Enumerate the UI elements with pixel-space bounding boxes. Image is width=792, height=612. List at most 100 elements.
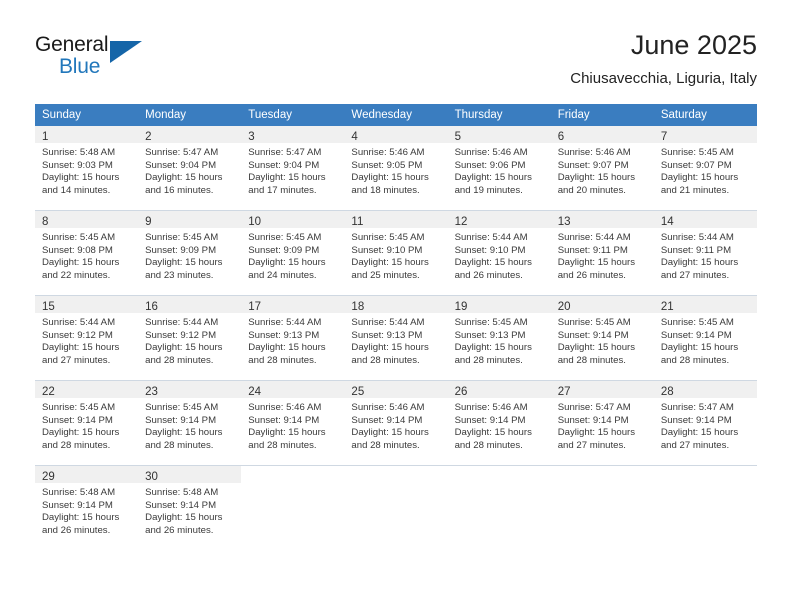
- day-number: 3: [248, 131, 255, 143]
- day-number-band: [654, 466, 757, 483]
- calendar-day-cell[interactable]: 3 Sunrise: 5:47 AM Sunset: 9:04 PM Daylight…: [241, 126, 345, 211]
- daylight-text-line2: and 20 minutes.: [557, 184, 626, 196]
- daylight-text-line1: Daylight: 15 hours: [248, 342, 326, 354]
- calendar-day-cell[interactable]: 25 Sunrise: 5:46 AM Sunset: 9:14 PM Dayligh…: [344, 380, 448, 466]
- day-sun-info: Sunrise: 5:46 AM Sunset: 9:05 PM Daylight:…: [344, 143, 447, 197]
- sunset-text: Sunset: 9:14 PM: [557, 329, 629, 341]
- day-sun-info: Sunrise: 5:47 AM Sunset: 9:14 PM Daylight:…: [551, 398, 654, 452]
- day-number-band: 24: [241, 381, 345, 398]
- day-number-band: 19: [447, 296, 551, 313]
- day-sun-info: Sunrise: 5:46 AM Sunset: 9:07 PM Daylight:…: [551, 143, 654, 197]
- daylight-text-line2: and 28 minutes.: [454, 439, 523, 451]
- daylight-text-line1: Daylight: 15 hours: [42, 342, 120, 354]
- calendar-week-row: 8 Sunrise: 5:45 AM Sunset: 9:08 PM Daylight…: [35, 210, 757, 296]
- sunrise-text: Sunrise: 5:45 AM: [145, 402, 219, 413]
- day-number: 18: [351, 301, 365, 313]
- calendar-day-cell[interactable]: 19 Sunrise: 5:45 AM Sunset: 9:13 PM Dayligh…: [447, 295, 551, 381]
- calendar-day-cell[interactable]: 13 Sunrise: 5:44 AM Sunset: 9:11 PM Dayligh…: [550, 210, 654, 296]
- calendar-day-cell[interactable]: 18 Sunrise: 5:44 AM Sunset: 9:13 PM Dayligh…: [344, 295, 448, 381]
- day-number: 7: [660, 131, 668, 143]
- calendar-day-cell[interactable]: 6 Sunrise: 5:46 AM Sunset: 9:07 PM Daylight…: [550, 126, 654, 211]
- calendar-week-row: 22 Sunrise: 5:45 AM Sunset: 9:14 PM Dayligh…: [35, 380, 757, 466]
- day-sun-info: Sunrise: 5:48 AM Sunset: 9:14 PM Daylight:…: [35, 483, 138, 537]
- weekday-header-tuesday: Tuesday: [241, 104, 345, 126]
- calendar-day-cell[interactable]: 28 Sunrise: 5:47 AM Sunset: 9:14 PM Dayligh…: [653, 380, 757, 466]
- page-subtitle-location: Chiusavecchia, Liguria, Italy: [570, 70, 757, 87]
- calendar-day-cell[interactable]: 2 Sunrise: 5:47 AM Sunset: 9:04 PM Daylight…: [138, 126, 242, 211]
- daylight-text-line2: and 27 minutes.: [660, 269, 730, 281]
- day-sun-info: Sunrise: 5:46 AM Sunset: 9:14 PM Daylight:…: [241, 398, 344, 452]
- sunrise-text: Sunrise: 5:46 AM: [351, 147, 425, 158]
- daylight-text-line2: and 25 minutes.: [351, 269, 420, 281]
- calendar-day-cell[interactable]: 17 Sunrise: 5:44 AM Sunset: 9:13 PM Dayligh…: [241, 295, 345, 381]
- calendar-day-cell[interactable]: 21 Sunrise: 5:45 AM Sunset: 9:14 PM Dayligh…: [653, 295, 757, 381]
- calendar-day-cell[interactable]: 16 Sunrise: 5:44 AM Sunset: 9:12 PM Dayligh…: [138, 295, 242, 381]
- daylight-text-line1: Daylight: 15 hours: [248, 172, 326, 184]
- day-sun-info: Sunrise: 5:48 AM Sunset: 9:14 PM Daylight:…: [138, 483, 241, 537]
- calendar-day-cell[interactable]: 12 Sunrise: 5:44 AM Sunset: 9:10 PM Dayligh…: [447, 210, 551, 296]
- day-number-band: [344, 466, 447, 483]
- daylight-text-line1: Daylight: 15 hours: [351, 342, 429, 354]
- daylight-text-line1: Daylight: 15 hours: [145, 342, 223, 354]
- day-number-band: [551, 466, 654, 483]
- daylight-text-line2: and 27 minutes.: [557, 439, 626, 451]
- day-number: 13: [557, 216, 571, 228]
- sunset-text: Sunset: 9:14 PM: [248, 414, 320, 426]
- day-cell-content: 2 Sunrise: 5:47 AM Sunset: 9:04 PM Daylight…: [138, 126, 242, 210]
- day-number: 10: [248, 216, 262, 228]
- calendar-day-cell[interactable]: 10 Sunrise: 5:45 AM Sunset: 9:09 PM Dayligh…: [241, 210, 345, 296]
- calendar-day-cell[interactable]: 24 Sunrise: 5:46 AM Sunset: 9:14 PM Dayligh…: [241, 380, 345, 466]
- day-sun-info: Sunrise: 5:45 AM Sunset: 9:13 PM Daylight:…: [448, 313, 551, 367]
- day-cell-content: 4 Sunrise: 5:46 AM Sunset: 9:05 PM Daylight…: [344, 126, 448, 210]
- daylight-text-line2: and 26 minutes.: [454, 269, 523, 281]
- calendar-day-cell[interactable]: 27 Sunrise: 5:47 AM Sunset: 9:14 PM Dayligh…: [550, 380, 654, 466]
- day-cell-content: 20 Sunrise: 5:45 AM Sunset: 9:14 PM Dayligh…: [550, 296, 654, 380]
- daylight-text-line1: Daylight: 15 hours: [660, 342, 739, 354]
- sunset-text: Sunset: 9:11 PM: [557, 244, 628, 256]
- calendar-day-cell[interactable]: 30 Sunrise: 5:48 AM Sunset: 9:14 PM Dayligh…: [138, 465, 242, 550]
- sunrise-text: Sunrise: 5:44 AM: [42, 317, 116, 328]
- calendar-day-cell[interactable]: 5 Sunrise: 5:46 AM Sunset: 9:06 PM Daylight…: [447, 126, 551, 211]
- calendar-day-cell[interactable]: 29 Sunrise: 5:48 AM Sunset: 9:14 PM Dayligh…: [35, 465, 139, 550]
- daylight-text-line1: Daylight: 15 hours: [42, 427, 120, 439]
- day-sun-info: [241, 483, 344, 487]
- day-cell-content: 7 Sunrise: 5:45 AM Sunset: 9:07 PM Daylight…: [653, 126, 757, 210]
- daylight-text-line2: and 19 minutes.: [454, 184, 523, 196]
- calendar-day-cell[interactable]: 11 Sunrise: 5:45 AM Sunset: 9:10 PM Dayligh…: [344, 210, 448, 296]
- day-number-band: 5: [447, 126, 551, 143]
- calendar-day-cell[interactable]: 20 Sunrise: 5:45 AM Sunset: 9:14 PM Dayligh…: [550, 295, 654, 381]
- general-blue-logo[interactable]: General Blue: [35, 33, 215, 83]
- calendar-day-cell[interactable]: 26 Sunrise: 5:46 AM Sunset: 9:14 PM Dayligh…: [447, 380, 551, 466]
- calendar-day-cell[interactable]: 8 Sunrise: 5:45 AM Sunset: 9:08 PM Daylight…: [35, 210, 139, 296]
- day-cell-content: 29 Sunrise: 5:48 AM Sunset: 9:14 PM Dayligh…: [35, 466, 139, 550]
- day-cell-content: 10 Sunrise: 5:45 AM Sunset: 9:09 PM Dayligh…: [241, 211, 345, 295]
- calendar-day-cell[interactable]: 23 Sunrise: 5:45 AM Sunset: 9:14 PM Dayligh…: [138, 380, 242, 466]
- day-cell-content: 26 Sunrise: 5:46 AM Sunset: 9:14 PM Dayligh…: [447, 381, 551, 465]
- day-number: 14: [660, 216, 674, 228]
- calendar-day-cell[interactable]: 9 Sunrise: 5:45 AM Sunset: 9:09 PM Daylight…: [138, 210, 242, 296]
- sunset-text: Sunset: 9:11 PM: [660, 244, 732, 256]
- calendar-day-cell[interactable]: 15 Sunrise: 5:44 AM Sunset: 9:12 PM Dayligh…: [35, 295, 139, 381]
- daylight-text-line2: and 22 minutes.: [42, 269, 111, 281]
- sunrise-text: Sunrise: 5:45 AM: [660, 317, 734, 328]
- day-number: 21: [660, 301, 674, 313]
- calendar-day-cell[interactable]: 14 Sunrise: 5:44 AM Sunset: 9:11 PM Dayligh…: [653, 210, 757, 296]
- sunrise-text: Sunrise: 5:45 AM: [248, 232, 322, 243]
- day-number: 30: [145, 471, 158, 483]
- daylight-text-line2: and 28 minutes.: [351, 439, 420, 451]
- sunrise-text: Sunrise: 5:45 AM: [42, 232, 116, 243]
- day-number: 15: [42, 301, 55, 313]
- day-number-band: 23: [138, 381, 242, 398]
- daylight-text-line1: Daylight: 15 hours: [145, 512, 223, 524]
- calendar-day-cell[interactable]: 4 Sunrise: 5:46 AM Sunset: 9:05 PM Daylight…: [344, 126, 448, 211]
- day-sun-info: Sunrise: 5:46 AM Sunset: 9:06 PM Daylight:…: [448, 143, 551, 197]
- sunset-text: Sunset: 9:08 PM: [42, 244, 113, 256]
- day-cell-content: 9 Sunrise: 5:45 AM Sunset: 9:09 PM Daylight…: [138, 211, 242, 295]
- calendar-day-cell[interactable]: 7 Sunrise: 5:45 AM Sunset: 9:07 PM Daylight…: [653, 126, 757, 211]
- calendar-day-cell[interactable]: 22 Sunrise: 5:45 AM Sunset: 9:14 PM Dayligh…: [35, 380, 139, 466]
- daylight-text-line2: and 26 minutes.: [42, 524, 111, 536]
- sunrise-text: Sunrise: 5:44 AM: [454, 232, 528, 243]
- calendar-day-cell[interactable]: 1 Sunrise: 5:48 AM Sunset: 9:03 PM Daylight…: [35, 126, 139, 211]
- day-number-band: 9: [138, 211, 242, 228]
- sunrise-text: Sunrise: 5:44 AM: [351, 317, 425, 328]
